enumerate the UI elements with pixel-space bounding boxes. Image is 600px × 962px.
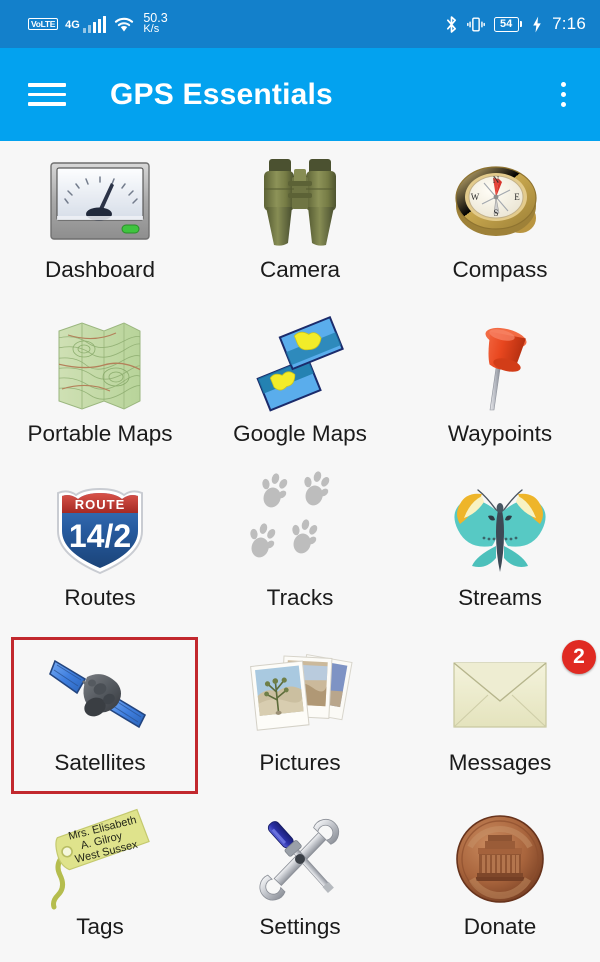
app-bar: GPS Essentials	[0, 48, 600, 141]
butterfly-icon	[445, 477, 555, 583]
svg-text:E: E	[514, 192, 520, 202]
status-bar-left: VoLTE 4G 50.3 K/s	[28, 12, 168, 35]
grid-item-google-maps[interactable]: Google Maps	[200, 305, 400, 469]
grid-item-messages[interactable]: 2 Messages	[400, 634, 600, 798]
map-sheets-icon	[245, 313, 355, 419]
grid-item-dashboard[interactable]: Dashboard	[0, 141, 200, 305]
grid-item-donate[interactable]: Donate	[400, 798, 600, 962]
paw-prints-icon	[245, 471, 355, 583]
grid-item-label: Pictures	[259, 749, 341, 775]
grid-item-label: Messages	[448, 749, 552, 775]
bluetooth-icon	[445, 15, 458, 34]
app-grid: Dashboard Camera N E S W Compass Portabl…	[0, 141, 600, 962]
data-speed-unit: K/s	[143, 23, 160, 35]
grid-item-camera[interactable]: Camera	[200, 141, 400, 305]
binoculars-icon	[245, 149, 355, 255]
svg-text:S: S	[493, 208, 498, 218]
gauge-icon	[45, 149, 155, 255]
grid-item-label: Compass	[452, 257, 548, 282]
grid-item-compass[interactable]: N E S W Compass	[400, 141, 600, 305]
grid-item-label: Google Maps	[233, 421, 367, 447]
vibrate-icon	[466, 15, 485, 34]
battery-cap	[519, 21, 523, 27]
svg-text:W: W	[471, 192, 480, 202]
data-speed-indicator: 50.3 K/s	[143, 12, 167, 35]
svg-text:N: N	[493, 175, 500, 185]
volte-icon: VoLTE	[28, 18, 59, 30]
wifi-icon	[113, 15, 135, 33]
status-bar-right: 54 7:16	[445, 14, 586, 34]
envelope-icon	[445, 642, 555, 748]
grid-item-label: Tracks	[266, 585, 334, 611]
compass-icon: N E S W	[445, 149, 555, 255]
overflow-menu-icon[interactable]	[548, 78, 578, 112]
route-shield-icon: ROUTE 14/2	[45, 477, 155, 583]
grid-item-tracks[interactable]: Tracks	[200, 469, 400, 633]
grid-item-pictures[interactable]: Pictures	[200, 634, 400, 798]
grid-item-label: Satellites	[54, 749, 146, 775]
luggage-tag-icon: Mrs. Elisabeth A. Gilroy West Sussex	[45, 806, 155, 912]
route-shield-number: 14/2	[69, 518, 131, 554]
status-bar: VoLTE 4G 50.3 K/s 54 7:16	[0, 0, 600, 48]
signal-bars-icon	[82, 15, 107, 33]
charging-bolt-icon	[531, 15, 542, 33]
grid-item-streams[interactable]: Streams	[400, 469, 600, 633]
photo-stack-icon	[245, 642, 355, 748]
route-shield-top-text: ROUTE	[75, 497, 126, 512]
page-title: GPS Essentials	[110, 77, 333, 111]
tools-icon	[245, 806, 355, 912]
folded-map-icon	[45, 313, 155, 419]
grid-item-label: Dashboard	[44, 257, 156, 282]
battery-percent-label: 54	[493, 16, 519, 32]
grid-item-label: Camera	[259, 257, 341, 282]
grid-item-portable-maps[interactable]: Portable Maps	[0, 305, 200, 469]
grid-item-label: Streams	[458, 585, 542, 611]
grid-item-label: Settings	[259, 913, 341, 939]
grid-item-label: Routes	[64, 585, 136, 611]
grid-item-routes[interactable]: ROUTE 14/2 Routes	[0, 469, 200, 633]
battery-icon: 54	[493, 16, 523, 32]
penny-coin-icon	[445, 806, 555, 912]
grid-item-label: Tags	[76, 913, 124, 939]
satellite-icon	[45, 642, 155, 748]
pushpin-icon	[445, 313, 555, 419]
grid-item-label: Portable Maps	[27, 421, 173, 447]
grid-item-waypoints[interactable]: Waypoints	[400, 305, 600, 469]
network-type-label: 4G	[65, 19, 80, 31]
grid-item-settings[interactable]: Settings	[200, 798, 400, 962]
grid-item-label: Donate	[463, 913, 537, 939]
grid-item-label: Waypoints	[447, 421, 553, 447]
message-count-badge: 2	[562, 639, 596, 674]
hamburger-menu-icon[interactable]	[28, 80, 66, 110]
grid-item-tags[interactable]: Mrs. Elisabeth A. Gilroy West Sussex Tag…	[0, 798, 200, 962]
clock-label: 7:16	[552, 14, 586, 33]
grid-item-satellites[interactable]: Satellites	[0, 634, 200, 798]
